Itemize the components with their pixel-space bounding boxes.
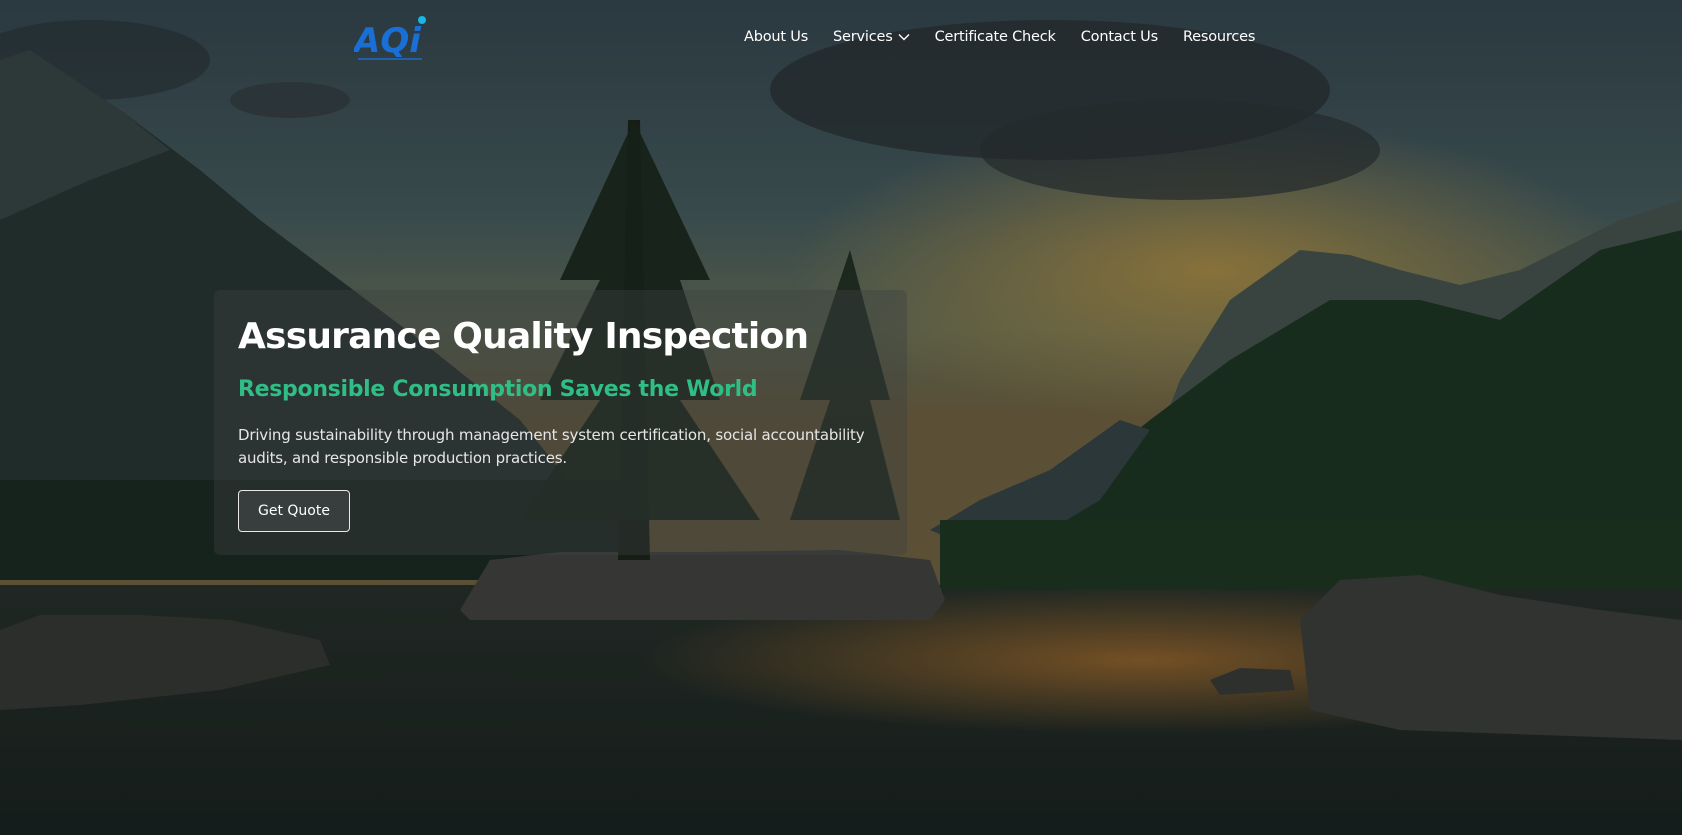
nav-services-label: Services — [833, 29, 893, 45]
nav-services[interactable]: Services — [833, 29, 910, 45]
hero-title: Assurance Quality Inspection — [238, 316, 809, 357]
nav-contact-us[interactable]: Contact Us — [1081, 29, 1158, 45]
main-nav: About Us Services Certificate Check Cont… — [744, 29, 1255, 45]
nav-about-us-label: About Us — [744, 29, 809, 45]
brand-logo[interactable]: AQi — [354, 14, 430, 64]
hero-subtitle: Responsible Consumption Saves the World — [238, 377, 758, 402]
hero-card: Assurance Quality Inspection Responsible… — [214, 290, 907, 555]
chevron-down-icon — [898, 33, 910, 41]
nav-contact-us-label: Contact Us — [1080, 29, 1158, 45]
nav-certificate-check[interactable]: Certificate Check — [935, 29, 1056, 45]
logo-wordmark: AQi — [354, 21, 422, 61]
nav-certificate-check-label: Certificate Check — [934, 29, 1056, 45]
nav-resources[interactable]: Resources — [1183, 29, 1255, 45]
hero-description: Driving sustainability through managemen… — [238, 426, 865, 467]
nav-about-us[interactable]: About Us — [744, 29, 808, 45]
get-quote-button[interactable]: Get Quote — [238, 490, 350, 532]
nav-resources-label: Resources — [1182, 29, 1256, 45]
